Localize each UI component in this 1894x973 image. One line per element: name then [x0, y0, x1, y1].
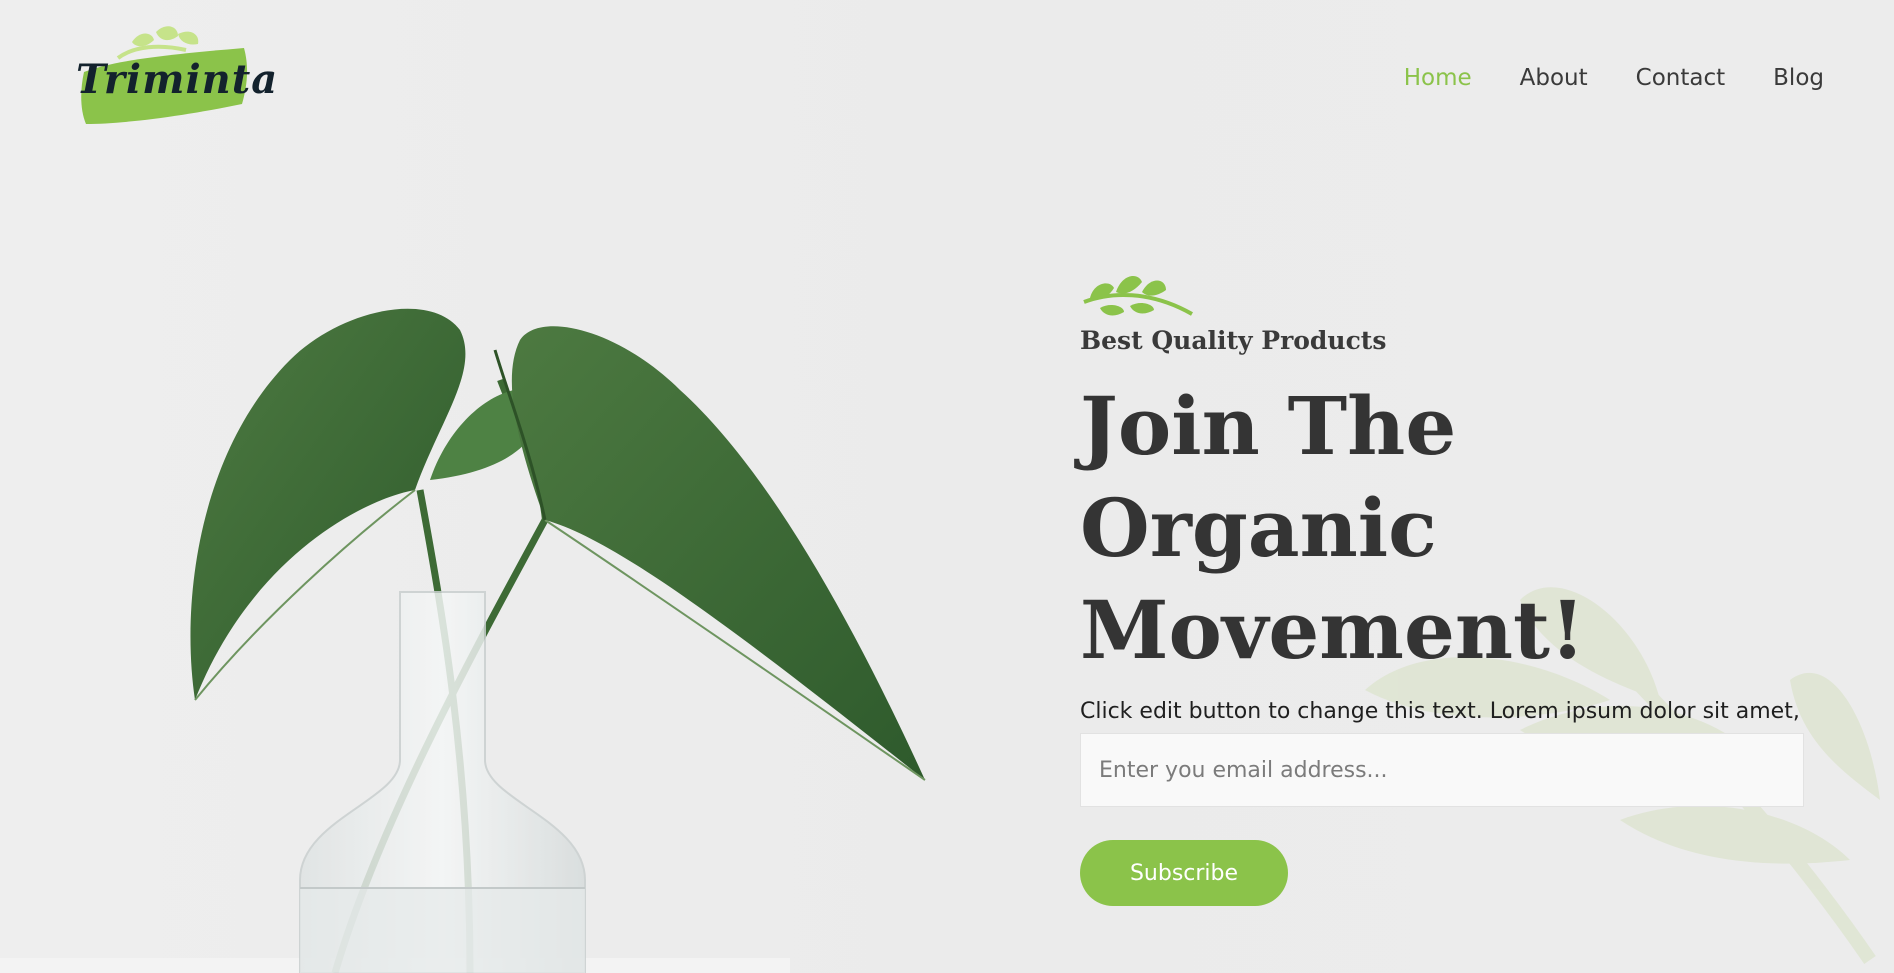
brand-logo[interactable]: Triminta [74, 20, 277, 132]
brand-name: Triminta [76, 56, 279, 103]
email-input[interactable] [1080, 733, 1804, 807]
nav-item-contact[interactable]: Contact [1636, 58, 1725, 98]
leaf-sprig-icon [1083, 276, 1193, 316]
nav-item-home[interactable]: Home [1404, 58, 1472, 98]
page: Triminta Home About Contact Blog Best Qu… [0, 0, 1894, 973]
subscribe-button[interactable]: Subscribe [1080, 840, 1288, 906]
main-nav: Home About Contact Blog [1404, 58, 1824, 98]
hero-headline-line-1: Join The Organic [1080, 379, 1457, 575]
hero-eyebrow: Best Quality Products [1080, 326, 1387, 355]
nav-item-blog[interactable]: Blog [1773, 58, 1824, 98]
nav-item-about[interactable]: About [1520, 58, 1588, 98]
hero-headline-line-2: Movement! [1080, 583, 1586, 677]
hero-headline: Join The Organic Movement! [1080, 375, 1820, 681]
leaf-sprig-icon [116, 26, 199, 60]
hero-content: Best Quality Products Join The Organic M… [1080, 262, 1820, 769]
